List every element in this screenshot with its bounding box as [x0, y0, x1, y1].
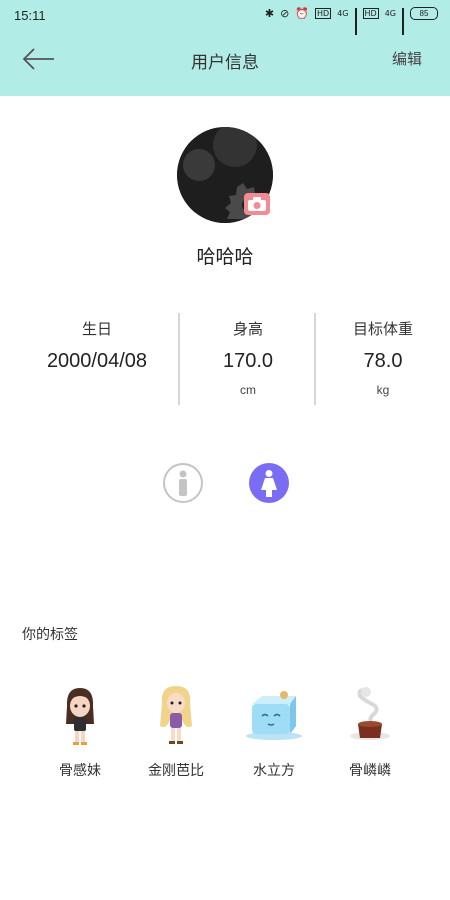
tag-item[interactable]: 水立方 [234, 684, 314, 780]
tag-label: 水立方 [253, 763, 295, 779]
female-icon [249, 463, 289, 503]
page-title: 用户信息 [191, 53, 259, 73]
tag-item[interactable]: 金刚芭比 [136, 684, 216, 780]
tag-label: 骨感妹 [59, 763, 101, 779]
stat-label: 身高 [232, 320, 263, 338]
stat-unit: cm [240, 383, 256, 397]
gender-male-button[interactable] [162, 462, 204, 504]
stat-birthday[interactable]: 生日 2000/04/08 [24, 318, 170, 373]
tags-section-title: 你的标签 [22, 627, 78, 643]
nav-bar: 用户信息 编辑 [0, 38, 450, 82]
network-label: 4G [384, 9, 396, 18]
hd-icon: HD [362, 8, 379, 19]
stat-value: 78.0 [363, 350, 403, 372]
stat-label: 目标体重 [352, 320, 413, 338]
network-label: 4G [337, 9, 349, 18]
ice-cube-icon [246, 691, 302, 740]
status-bar: 15:11 ✱ ⊘ ⏰ HD 4G HD 4G 85 [0, 0, 450, 35]
alarm-icon: ⏰ [295, 7, 310, 20]
tag-item[interactable]: 骨嶙嶙 [330, 684, 410, 780]
change-avatar-button[interactable] [244, 193, 270, 215]
stat-value: 170.0 [222, 350, 274, 372]
camera-icon [248, 197, 266, 211]
bluetooth-icon: ✱ [264, 7, 275, 20]
edit-button[interactable]: 编辑 [392, 48, 422, 69]
signal-icon [354, 8, 357, 35]
signal-icon [402, 8, 404, 35]
battery-icon: 85 [410, 7, 438, 20]
stat-label: 生日 [81, 320, 112, 338]
stat-height[interactable]: 身高 170.0 cm [175, 318, 321, 397]
user-name: 哈哈哈 [196, 246, 254, 268]
tag-label: 金刚芭比 [148, 763, 204, 779]
status-time: 15:11 [14, 8, 46, 23]
bony-figure-icon [350, 687, 390, 740]
stat-value: 2000/04/08 [46, 350, 148, 372]
skinny-girl-icon [66, 688, 94, 745]
stat-unit: kg [376, 383, 390, 397]
tag-item[interactable]: 骨感妹 [40, 684, 120, 780]
hd-icon: HD [315, 8, 332, 19]
male-icon [163, 463, 203, 503]
status-icons: ✱ ⊘ ⏰ HD 4G HD 4G 85 [264, 7, 438, 35]
stat-target-weight[interactable]: 目标体重 78.0 kg [310, 318, 450, 397]
tag-label: 骨嶙嶙 [349, 763, 391, 779]
no-disturb-icon: ⊘ [280, 7, 290, 20]
header: 15:11 ✱ ⊘ ⏰ HD 4G HD 4G 85 用户信息 编辑 [0, 0, 450, 96]
muscular-barbie-icon [160, 686, 192, 744]
gender-female-button[interactable] [248, 462, 290, 504]
